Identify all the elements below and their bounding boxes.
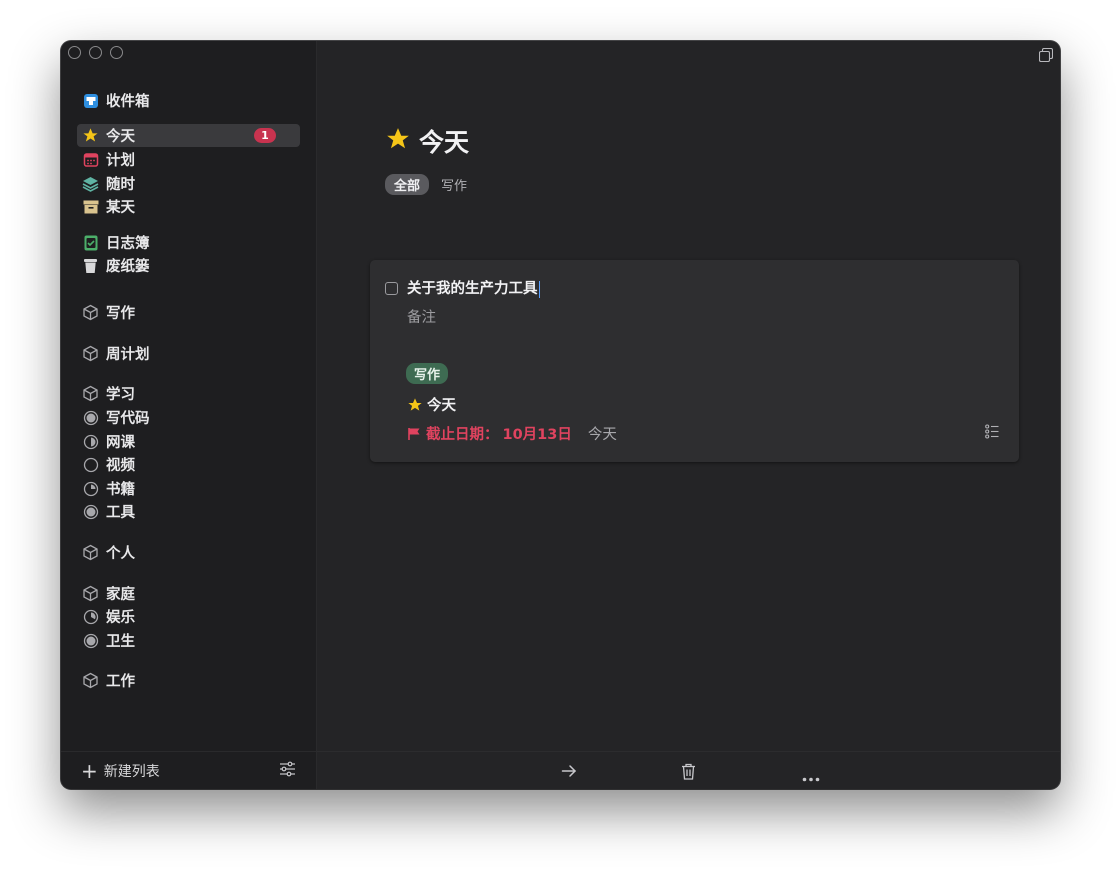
sidebar-area-writing[interactable]: 写作 [77, 301, 300, 324]
sidebar-area-work[interactable]: 工作 [77, 669, 300, 692]
area-cube-icon [82, 544, 99, 561]
plus-icon[interactable]: + [81, 761, 98, 781]
move-arrow-icon[interactable] [561, 763, 577, 783]
page-header: 今天 [385, 123, 469, 159]
sidebar-area-personal[interactable]: 个人 [77, 541, 300, 564]
sidebar-item-today[interactable]: 今天 1 [77, 124, 300, 147]
sidebar: 收件箱 今天 1 计划 随时 某天 日志簿 废纸篓 写作 周计划 学习 写代码 … [61, 41, 317, 789]
star-icon [82, 127, 99, 144]
sidebar-item-label: 卫生 [106, 634, 135, 650]
calendar-icon [82, 151, 99, 168]
new-list-button[interactable]: 新建列表 [104, 761, 160, 781]
tag-filter-bar: 全部 写作 [385, 174, 467, 195]
sidebar-project-entertainment[interactable]: 娱乐 [77, 605, 300, 628]
task-title-text: 关于我的生产力工具 [407, 281, 538, 297]
bottom-toolbar [317, 751, 1060, 789]
area-cube-icon [82, 385, 99, 402]
sidebar-project-video[interactable]: 视频 [77, 453, 300, 476]
sidebar-item-trash[interactable]: 废纸篓 [77, 254, 300, 277]
inbox-icon [82, 92, 99, 109]
project-progress-icon [82, 480, 99, 497]
sidebar-item-label: 个人 [106, 546, 135, 562]
window-controls [68, 46, 123, 59]
sidebar-project-coding[interactable]: 写代码 [77, 406, 300, 429]
sidebar-area-study[interactable]: 学习 [77, 382, 300, 405]
task-when-field[interactable]: 今天 [407, 394, 456, 415]
sidebar-item-label: 网课 [106, 435, 135, 451]
sidebar-item-anytime[interactable]: 随时 [77, 172, 300, 195]
sidebar-item-label: 工作 [106, 674, 135, 690]
sidebar-item-inbox[interactable]: 收件箱 [77, 89, 300, 112]
sidebar-project-tools[interactable]: 工具 [77, 500, 300, 523]
project-progress-icon [82, 409, 99, 426]
project-progress-icon [82, 456, 99, 473]
sidebar-area-weekly-plan[interactable]: 周计划 [77, 342, 300, 365]
page-title: 今天 [419, 128, 470, 157]
sidebar-item-logbook[interactable]: 日志簿 [77, 231, 300, 254]
archive-box-icon [82, 198, 99, 215]
sidebar-project-online-course[interactable]: 网课 [77, 430, 300, 453]
project-progress-icon [82, 503, 99, 520]
star-icon [385, 126, 411, 156]
today-count-badge: 1 [254, 128, 276, 143]
trash-icon [82, 257, 99, 274]
task-title-field[interactable]: 关于我的生产力工具 [407, 277, 540, 298]
filter-settings-icon[interactable] [279, 761, 296, 781]
sidebar-footer: + 新建列表 [61, 751, 316, 789]
logbook-icon [82, 234, 99, 251]
layers-icon [82, 175, 99, 192]
sidebar-item-label: 写代码 [106, 411, 150, 427]
project-progress-icon [82, 433, 99, 450]
project-progress-icon [82, 608, 99, 625]
star-icon [407, 397, 423, 413]
deadline-date: 10月13日 [502, 427, 572, 443]
sidebar-item-label: 收件箱 [106, 94, 150, 110]
checklist-icon[interactable] [985, 424, 999, 443]
sidebar-item-label: 随时 [106, 177, 135, 193]
sidebar-item-label: 日志簿 [106, 236, 150, 252]
area-cube-icon [82, 304, 99, 321]
sidebar-item-label: 工具 [106, 505, 135, 521]
sidebar-item-label: 某天 [106, 200, 135, 216]
sidebar-item-label: 周计划 [106, 347, 150, 363]
main-content: 今天 全部 写作 关于我的生产力工具 备注 写作 今天 截止日期： 10月13日… [317, 41, 1060, 789]
minimize-window-button[interactable] [89, 46, 102, 59]
task-when-label: 今天 [427, 398, 456, 414]
duplicate-window-icon[interactable] [1038, 47, 1054, 66]
sidebar-item-label: 今天 [106, 129, 135, 145]
filter-chip-all[interactable]: 全部 [385, 174, 430, 195]
trash-icon[interactable] [681, 763, 696, 784]
deadline-label: 截止日期： [426, 427, 499, 443]
task-tag[interactable]: 写作 [406, 363, 449, 384]
sidebar-item-label: 视频 [106, 458, 135, 474]
sidebar-project-books[interactable]: 书籍 [77, 477, 300, 500]
sidebar-item-label: 学习 [106, 387, 135, 403]
deadline-relative: 今天 [587, 427, 617, 443]
flag-icon [407, 427, 421, 441]
sidebar-item-upcoming[interactable]: 计划 [77, 148, 300, 171]
app-window: 收件箱 今天 1 计划 随时 某天 日志簿 废纸篓 写作 周计划 学习 写代码 … [61, 41, 1060, 789]
project-progress-icon [82, 632, 99, 649]
task-checkbox[interactable] [385, 282, 398, 295]
close-window-button[interactable] [68, 46, 81, 59]
task-editor-card: 关于我的生产力工具 备注 写作 今天 截止日期： 10月13日 今天 [370, 260, 1019, 462]
sidebar-item-label: 书籍 [106, 482, 135, 498]
sidebar-project-hygiene[interactable]: 卫生 [77, 629, 300, 652]
task-deadline-field[interactable]: 截止日期： 10月13日 今天 [407, 423, 617, 444]
sidebar-item-label: 家庭 [106, 587, 135, 603]
sidebar-item-label: 废纸篓 [106, 259, 150, 275]
sidebar-item-someday[interactable]: 某天 [77, 195, 300, 218]
area-cube-icon [82, 585, 99, 602]
zoom-window-button[interactable] [110, 46, 123, 59]
more-options-icon[interactable] [802, 767, 820, 786]
area-cube-icon [82, 345, 99, 362]
text-cursor [538, 280, 540, 298]
area-cube-icon [82, 672, 99, 689]
sidebar-item-label: 写作 [106, 306, 135, 322]
sidebar-item-label: 计划 [106, 153, 135, 169]
filter-chip-writing[interactable]: 写作 [441, 175, 467, 194]
sidebar-item-label: 娱乐 [106, 610, 135, 626]
sidebar-area-family[interactable]: 家庭 [77, 582, 300, 605]
task-notes-field[interactable]: 备注 [407, 306, 436, 327]
